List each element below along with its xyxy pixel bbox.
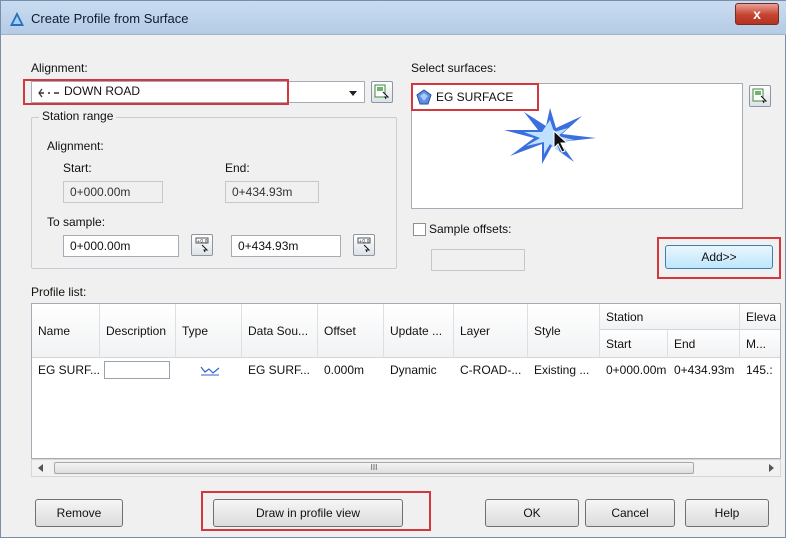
profile-list-label: Profile list:: [31, 285, 87, 299]
sample-offsets-checkbox[interactable]: [413, 223, 426, 236]
scroll-right-icon[interactable]: [766, 463, 776, 473]
surface-item-label: EG SURFACE: [436, 90, 514, 104]
row-update-mode[interactable]: Dynamic: [384, 360, 454, 380]
row-station-end: 0+434.93m: [674, 363, 735, 377]
scroll-left-icon[interactable]: [36, 463, 46, 473]
column-header-offset[interactable]: Offset: [318, 304, 384, 358]
row-layer[interactable]: C-ROAD-...: [454, 360, 528, 380]
column-header-style[interactable]: Style: [528, 304, 600, 358]
row-data-source: EG SURF...: [248, 363, 311, 377]
column-header-station-start[interactable]: Start: [600, 330, 668, 358]
select-surfaces-label: Select surfaces:: [411, 61, 497, 75]
column-header-data-source[interactable]: Data Sou...: [242, 304, 318, 358]
draw-in-profile-view-button[interactable]: Draw in profile view: [213, 499, 403, 527]
row-description-input[interactable]: [104, 361, 170, 379]
horizontal-scrollbar[interactable]: III: [31, 459, 781, 477]
click-burst-icon: [504, 108, 596, 164]
scrollbar-thumb[interactable]: III: [54, 462, 694, 474]
start-station-field: 0+000.00m: [63, 181, 163, 203]
pick-start-station-button[interactable]: +0.0: [191, 234, 213, 256]
to-sample-label: To sample:: [47, 215, 106, 229]
pick-station-icon: +0.0: [195, 237, 209, 253]
column-header-elevation[interactable]: Eleva: [740, 304, 780, 330]
sample-end-input[interactable]: 0+434.93m: [231, 235, 341, 257]
column-header-layer[interactable]: Layer: [454, 304, 528, 358]
app-logo-icon: [10, 12, 24, 26]
alignment-label: Alignment:: [31, 61, 88, 75]
column-header-description[interactable]: Description: [100, 304, 176, 358]
sample-start-input[interactable]: 0+000.00m: [63, 235, 179, 257]
row-station-start: 0+000.00m: [606, 363, 667, 377]
column-header-name[interactable]: Name: [32, 304, 100, 358]
sample-offsets-label: Sample offsets:: [429, 222, 512, 236]
add-button[interactable]: Add>>: [665, 245, 773, 269]
pick-station-icon: +0.0: [357, 237, 371, 253]
help-button[interactable]: Help: [685, 499, 769, 527]
row-offset: 0.000m: [324, 363, 365, 377]
alignment-icon: [38, 88, 59, 98]
profile-type-icon: [200, 366, 220, 376]
alignment-value: DOWN ROAD: [64, 84, 140, 98]
pick-from-drawing-icon: [752, 88, 768, 104]
column-header-station[interactable]: Station: [600, 304, 740, 330]
column-header-type[interactable]: Type: [176, 304, 242, 358]
mouse-cursor-icon: [553, 130, 569, 153]
pick-end-station-button[interactable]: +0.0: [353, 234, 375, 256]
ok-button[interactable]: OK: [485, 499, 579, 527]
surfaces-list[interactable]: EG SURFACE: [411, 83, 743, 209]
end-label: End:: [225, 161, 250, 175]
end-station-field: 0+434.93m: [225, 181, 319, 203]
pick-alignment-button[interactable]: [371, 81, 393, 103]
svg-text:+0.0: +0.0: [197, 239, 208, 245]
column-header-station-end[interactable]: End: [668, 330, 740, 358]
station-range-title: Station range: [39, 109, 117, 123]
sample-offsets-input: [431, 249, 525, 271]
column-header-update-mode[interactable]: Update ...: [384, 304, 454, 358]
title-bar[interactable]: Create Profile from Surface x: [1, 1, 786, 35]
range-alignment-label: Alignment:: [47, 139, 104, 153]
profile-list-table[interactable]: Name Description Type Data Sou... Offset…: [31, 303, 781, 459]
window-title: Create Profile from Surface: [31, 11, 189, 26]
row-name[interactable]: EG SURF...: [32, 360, 100, 380]
pick-surface-button[interactable]: [749, 85, 771, 107]
alignment-select[interactable]: DOWN ROAD: [31, 81, 365, 103]
close-button[interactable]: x: [735, 3, 779, 25]
column-header-elevation-sub[interactable]: M...: [740, 330, 780, 358]
row-style[interactable]: Existing ...: [528, 360, 600, 380]
svg-text:+0.0: +0.0: [359, 239, 370, 245]
create-profile-dialog: Create Profile from Surface x Alignment:…: [0, 0, 786, 538]
start-label: Start:: [63, 161, 92, 175]
chevron-down-icon[interactable]: [346, 86, 360, 100]
surface-icon: [416, 89, 432, 105]
cancel-button[interactable]: Cancel: [585, 499, 675, 527]
remove-button[interactable]: Remove: [35, 499, 123, 527]
pick-from-drawing-icon: [374, 84, 390, 100]
row-elevation: 145.:: [746, 363, 773, 377]
